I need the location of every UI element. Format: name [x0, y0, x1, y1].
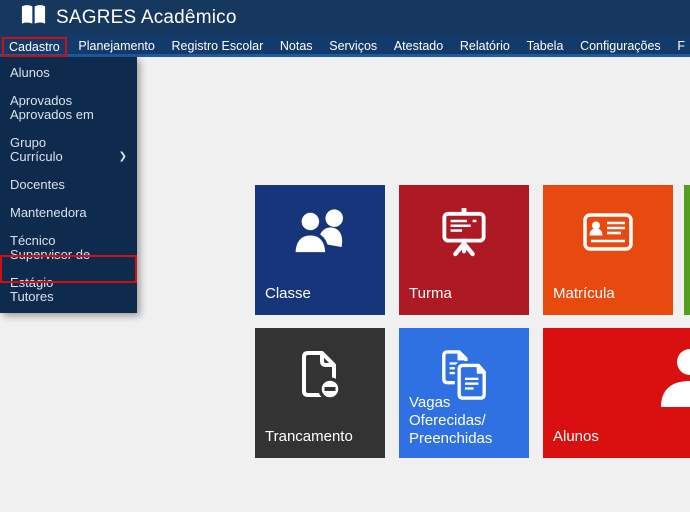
menu-cadastro[interactable]: Cadastro [2, 37, 67, 57]
tile-label: Trancamento [265, 428, 381, 446]
tile-matricula[interactable]: Matrícula [543, 185, 673, 315]
dropdown-item-alunos[interactable]: Alunos [0, 59, 137, 87]
tile-label-line1: Vagas Oferecidas/ [409, 394, 525, 430]
dropdown-item-aprovados-em-grupo[interactable]: Aprovados em Grupo [0, 115, 137, 143]
file-minus-icon [255, 348, 385, 402]
dropdown-item-curriculo[interactable]: Currículo ❯ [0, 143, 137, 171]
sagres-app-window: { "header": { "title": "SAGRES Acadêmico… [0, 0, 690, 512]
tile-partial-right[interactable] [684, 185, 690, 315]
tile-label: Classe [265, 285, 381, 303]
person-icon [658, 350, 690, 404]
id-card-icon [543, 205, 673, 259]
dropdown-item-label: Currículo [10, 143, 63, 171]
cadastro-dropdown-menu: Alunos Aprovados Aprovados em Grupo Curr… [0, 57, 137, 313]
dropdown-item-tutores[interactable]: Tutores [0, 283, 137, 311]
dropdown-item-label: Tutores [10, 283, 54, 311]
chevron-right-icon: ❯ [119, 143, 127, 171]
tile-label-line2: Preenchidas [409, 430, 525, 448]
dropdown-item-supervisor-de-estagio[interactable]: Supervisor de Estágio [0, 255, 137, 283]
tile-label: Turma [409, 285, 525, 303]
tile-alunos[interactable]: Alunos [543, 328, 690, 458]
app-logo[interactable]: SAGRES Acadêmico [20, 3, 237, 32]
tile-trancamento[interactable]: Trancamento [255, 328, 385, 458]
tile-label: Vagas Oferecidas/ Preenchidas [409, 394, 525, 448]
tile-vagas-oferecidas-preenchidas[interactable]: Vagas Oferecidas/ Preenchidas [399, 328, 529, 458]
tile-label: Matrícula [553, 285, 669, 303]
tile-classe[interactable]: Classe [255, 185, 385, 315]
topbar: SAGRES Acadêmico [0, 0, 690, 35]
presentation-board-icon [399, 205, 529, 259]
open-book-icon [20, 3, 47, 32]
users-icon [255, 205, 385, 259]
tile-label: Alunos [553, 428, 690, 446]
main-menubar: Cadastro Planejamento Registro Escolar N… [0, 35, 690, 57]
dropdown-item-label: Mantenedora [10, 199, 87, 227]
dropdown-item-label: Docentes [10, 171, 65, 199]
dropdown-item-docentes[interactable]: Docentes [0, 171, 137, 199]
dropdown-item-mantenedora[interactable]: Mantenedora [0, 199, 137, 227]
app-title: SAGRES Acadêmico [56, 7, 237, 29]
tile-turma[interactable]: Turma [399, 185, 529, 315]
dropdown-item-label: Alunos [10, 59, 50, 87]
